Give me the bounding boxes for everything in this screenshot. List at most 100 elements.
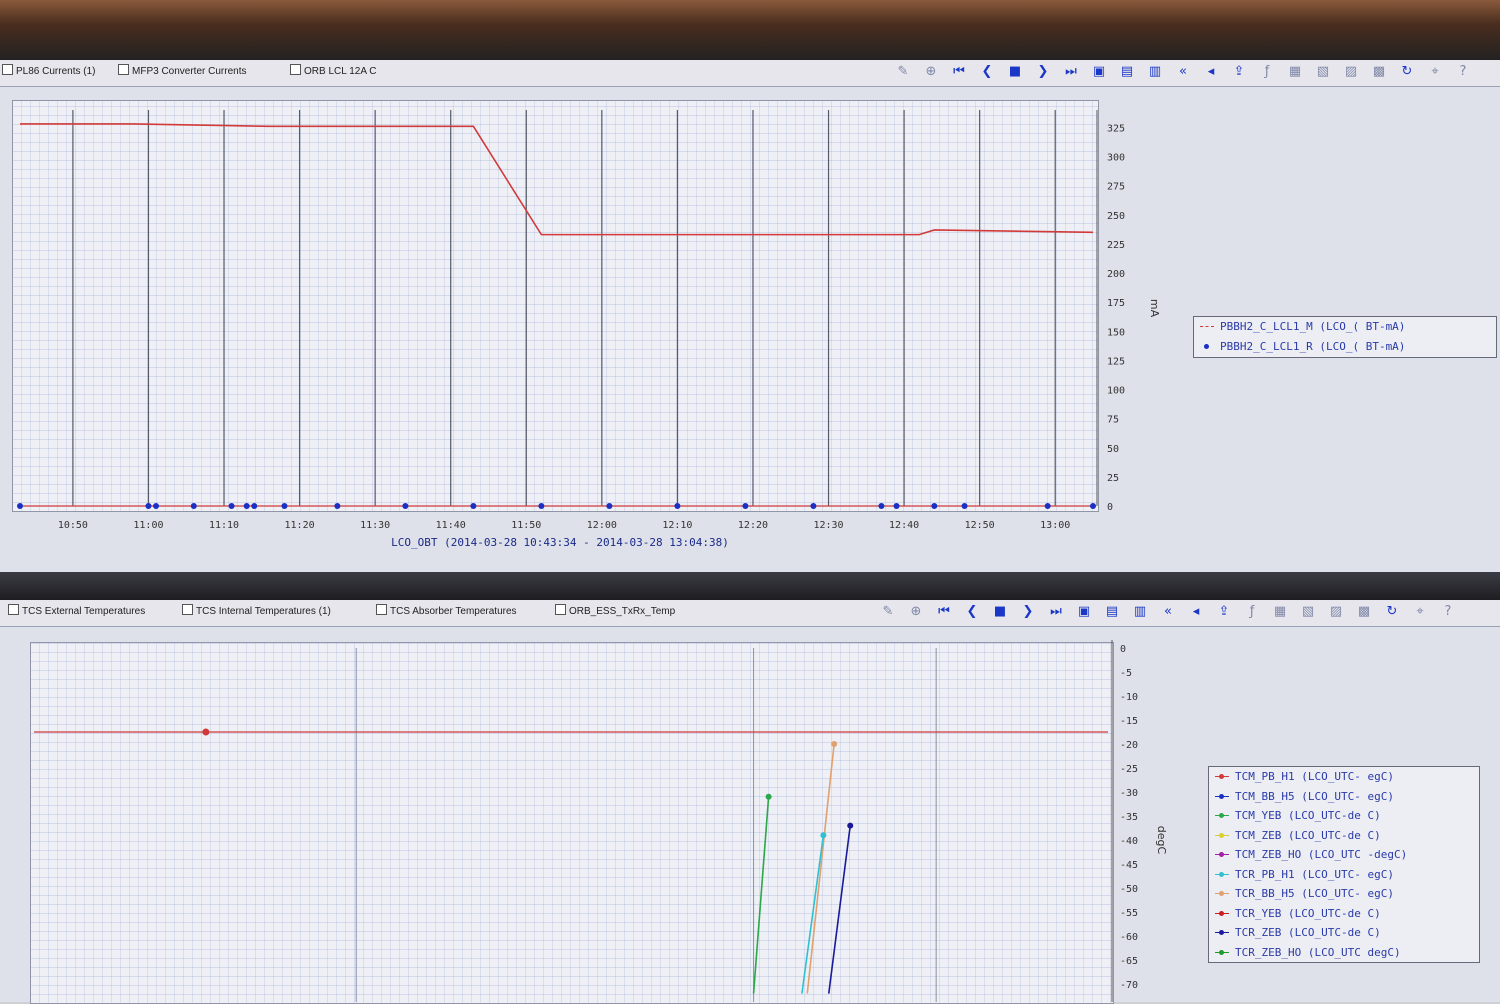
dot-marker <box>1219 774 1224 779</box>
dot-marker <box>1219 871 1224 877</box>
series-point <box>831 741 838 747</box>
dot-marker <box>1219 813 1224 818</box>
y-tick-label: -25 <box>1120 764 1138 775</box>
y-tick-label: -10 <box>1120 692 1138 703</box>
y-axis-label: degC <box>1155 826 1168 855</box>
series-R-point <box>931 503 938 509</box>
series-R-point <box>145 503 152 509</box>
y-tick-label: -35 <box>1120 812 1138 823</box>
series-R-point <box>742 503 749 509</box>
series-R-point <box>470 503 477 509</box>
series-point <box>765 793 772 800</box>
legend-item: TCR_PB_H1 (LCO_UTC- egC) <box>1209 865 1479 885</box>
x-tick-label: 12:40 <box>889 520 919 531</box>
y-tick-label: -55 <box>1120 908 1138 919</box>
series-point <box>847 822 854 829</box>
x-tick-label: 12:10 <box>662 520 692 531</box>
series-R-point <box>1090 503 1096 509</box>
bottom-legend: TCM_PB_H1 (LCO_UTC- egC) TCM_BB_H5 (LCO_U… <box>1208 766 1480 963</box>
series-R-point <box>674 503 681 509</box>
legend-item: TCM_ZEB_HO (LCO_UTC -degC) <box>1209 845 1479 865</box>
legend-item: TCR_ZEB (LCO_UTC-de C) <box>1209 923 1479 943</box>
series-line <box>801 835 825 994</box>
y-tick-label: -45 <box>1120 860 1138 871</box>
window-divider <box>0 572 1500 600</box>
y-tick-label: 125 <box>1107 356 1125 367</box>
x-tick-label: 11:50 <box>511 520 541 531</box>
series-R-point <box>878 503 885 509</box>
series-line <box>752 796 770 994</box>
top-legend: PBBH2_C_LCL1_M (LCO_( BT-mA) PBBH2_C_LCL… <box>1193 316 1497 358</box>
y-tick-label: 225 <box>1107 240 1125 251</box>
top-chart-window: PL86 Currents (1) MFP3 Converter Current… <box>0 60 1500 572</box>
dot-marker <box>1219 852 1224 857</box>
series-line <box>827 825 852 994</box>
y-tick-label: 300 <box>1107 153 1125 164</box>
legend-item: TCR_ZEB_HO (LCO_UTC degC) <box>1209 943 1479 963</box>
y-tick-label: -5 <box>1120 668 1132 679</box>
y-tick-label: 325 <box>1107 123 1125 134</box>
x-tick-label: 11:40 <box>436 520 466 531</box>
series-R-point <box>893 503 900 509</box>
x-tick-label: 11:10 <box>209 520 239 531</box>
y-tick-label: 200 <box>1107 269 1125 280</box>
x-tick-label: 11:20 <box>285 520 315 531</box>
y-tick-label: 75 <box>1107 415 1119 426</box>
x-tick-label: 11:30 <box>360 520 390 531</box>
y-tick-label: 150 <box>1107 327 1125 338</box>
series-R-point <box>153 503 160 509</box>
dot-marker <box>1219 832 1224 838</box>
series-point <box>820 832 827 839</box>
y-tick-label: 250 <box>1107 211 1125 222</box>
bottom-chart-window: TCS External Temperatures TCS Internal T… <box>0 600 1500 1004</box>
y-tick-label: 25 <box>1107 473 1119 484</box>
y-axis-label: mA <box>1148 299 1161 318</box>
y-tick-label: -20 <box>1120 740 1138 751</box>
series-R-point <box>281 503 288 509</box>
series-R-point <box>251 503 258 509</box>
series-line-M <box>20 123 1094 236</box>
x-tick-label: 12:50 <box>965 520 995 531</box>
y-tick-label: -40 <box>1120 836 1138 847</box>
legend-item: TCM_ZEB (LCO_UTC-de C) <box>1209 826 1479 846</box>
series-R-point <box>190 503 197 509</box>
x-tick-label: 12:30 <box>813 520 843 531</box>
x-tick-label: 11:00 <box>133 520 163 531</box>
series-point <box>202 728 210 736</box>
legend-item: TCM_PB_H1 (LCO_UTC- egC) <box>1209 767 1479 787</box>
series-R-point <box>228 503 235 509</box>
x-tick-label: 12:20 <box>738 520 768 531</box>
series-R-point <box>538 503 545 509</box>
y-tick-label: 175 <box>1107 298 1125 309</box>
legend-item: TCM_YEB (LCO_UTC-de C) <box>1209 806 1479 826</box>
legend-item: PBBH2_C_LCL1_M (LCO_( BT-mA) <box>1194 317 1496 337</box>
series-R-point <box>961 503 968 509</box>
x-tick-label: 13:00 <box>1040 520 1070 531</box>
dot-marker <box>1219 891 1224 896</box>
x-tick-label: 12:00 <box>587 520 617 531</box>
dot-marker <box>1204 343 1209 349</box>
legend-item: TCR_YEB (LCO_UTC-de C) <box>1209 904 1479 924</box>
series-R-point <box>334 503 341 509</box>
legend-item: PBBH2_C_LCL1_R (LCO_( BT-mA) <box>1194 337 1496 357</box>
y-tick-label: 100 <box>1107 386 1125 397</box>
y-tick-label: 275 <box>1107 182 1125 193</box>
dot-marker <box>1219 910 1224 916</box>
x-axis-label: LCO_OBT (2014-03-28 10:43:34 - 2014-03-2… <box>391 536 729 549</box>
legend-item: TCM_BB_H5 (LCO_UTC- egC) <box>1209 787 1479 807</box>
dot-marker <box>1219 793 1224 799</box>
y-tick-label: 50 <box>1107 444 1119 455</box>
series-R-point <box>402 503 409 509</box>
dot-marker <box>1219 930 1224 935</box>
y-tick-label: -30 <box>1120 788 1138 799</box>
series-line <box>806 743 835 994</box>
series-R-point <box>243 503 250 509</box>
dot-marker <box>1219 949 1224 955</box>
y-tick-label: -70 <box>1120 980 1138 991</box>
y-tick-label: -50 <box>1120 884 1138 895</box>
bottom-legend-rows: TCM_PB_H1 (LCO_UTC- egC) TCM_BB_H5 (LCO_U… <box>1209 767 1479 962</box>
series-R-point <box>810 503 817 509</box>
y-tick-label: 0 <box>1107 502 1113 513</box>
x-tick-label: 10:50 <box>58 520 88 531</box>
monitor-bezel <box>0 0 1500 60</box>
